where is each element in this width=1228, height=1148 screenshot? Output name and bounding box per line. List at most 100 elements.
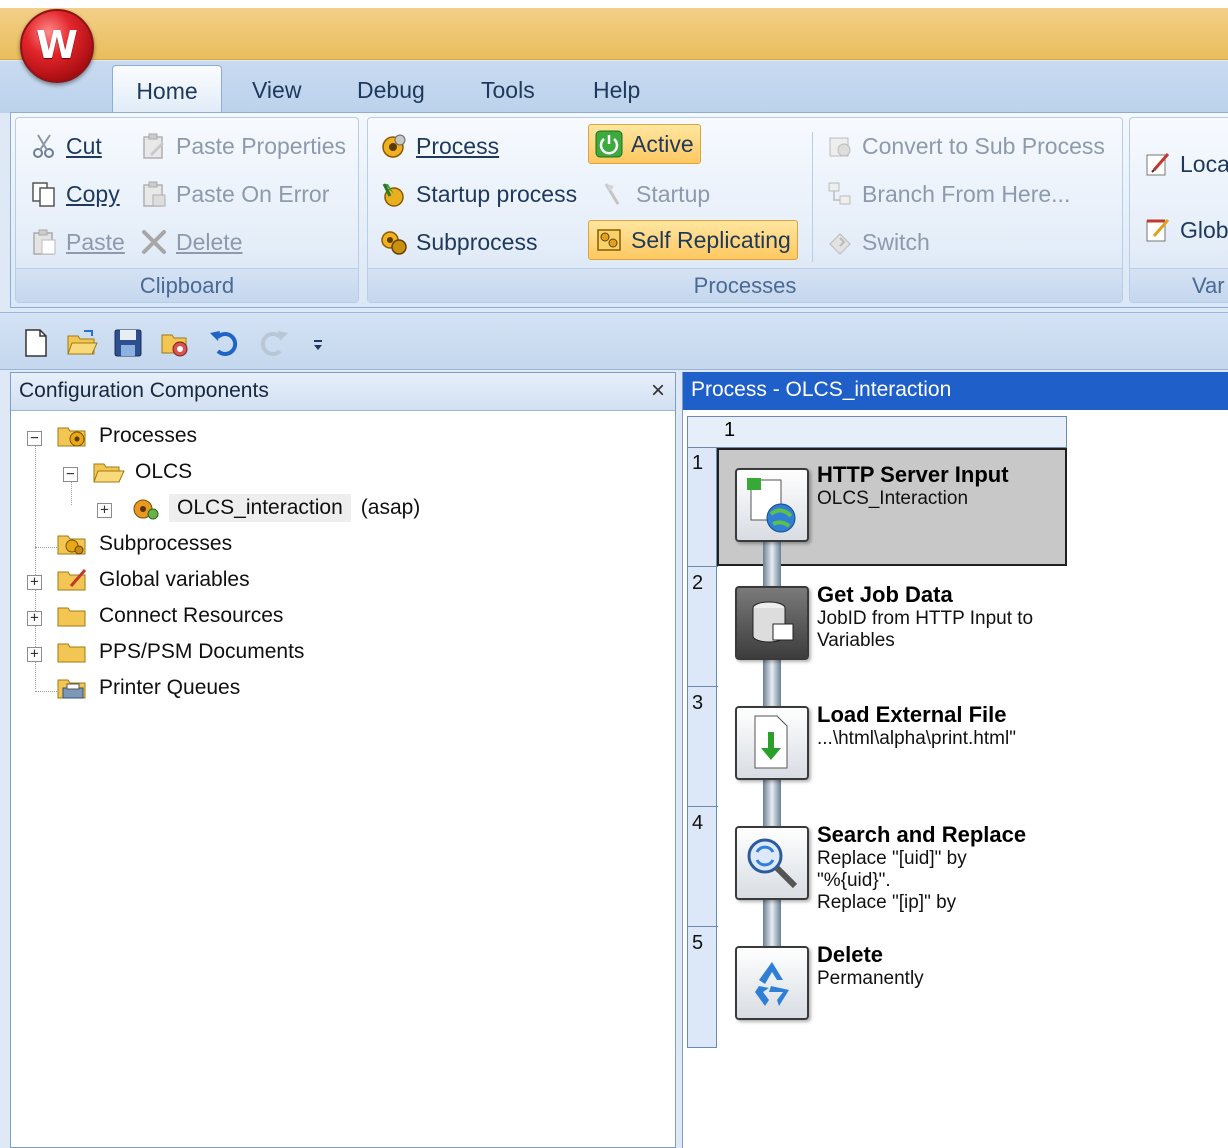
load-file-icon[interactable] — [735, 706, 809, 780]
configuration-components-panel: Configuration Components × − Processes − — [10, 372, 676, 1148]
subprocess-label: Subprocess — [416, 228, 538, 255]
step-description: ...\html\alpha\print.html" — [817, 728, 1016, 749]
tree-item-label: Printer Queues — [99, 676, 241, 699]
tree-item-global-variables[interactable]: Global variables — [57, 563, 250, 597]
step-title[interactable]: Search and Replace — [817, 822, 1026, 848]
step-title[interactable]: Delete — [817, 942, 883, 968]
search-replace-icon[interactable] — [735, 826, 809, 900]
close-icon[interactable]: × — [651, 377, 665, 405]
printer-queue-icon — [57, 676, 89, 700]
self-replicating-label: Self Replicating — [631, 226, 791, 253]
branch-icon — [826, 180, 854, 208]
processes-separator — [812, 132, 813, 262]
row-number-column: 1 2 3 4 5 — [687, 448, 718, 1048]
save-all-icon[interactable] — [160, 327, 192, 359]
cut-button[interactable]: Cut — [30, 126, 102, 166]
startup-process-label: Startup process — [416, 180, 578, 207]
folder-open-icon — [93, 460, 125, 484]
self-replicating-toggle[interactable]: Self Replicating — [588, 220, 798, 260]
tree-item-subprocesses[interactable]: Subprocesses — [57, 527, 232, 561]
redo-icon[interactable] — [258, 327, 290, 359]
step-title[interactable]: Load External File — [817, 702, 1007, 728]
paste-on-error-button[interactable]: Paste On Error — [140, 174, 329, 214]
new-file-icon[interactable] — [20, 327, 52, 359]
http-server-input-icon[interactable] — [735, 468, 809, 542]
switch-icon — [826, 228, 854, 256]
tree-item-label: Global variables — [99, 568, 250, 591]
logo-letter: W — [36, 23, 78, 67]
switch-label: Switch — [862, 228, 930, 255]
paste-on-error-icon — [140, 180, 168, 208]
app-menu-button[interactable]: W — [20, 9, 94, 83]
active-label: Active — [631, 130, 694, 157]
flow-column-header: 1 — [687, 416, 1067, 448]
local-variables-button[interactable]: Loca — [1144, 144, 1228, 184]
expand-toggle[interactable]: + — [27, 611, 42, 626]
paste-properties-button[interactable]: Paste Properties — [140, 126, 346, 166]
ribbon-panel: Cut Copy Paste Paste Properties Paste On… — [10, 112, 1228, 308]
save-icon[interactable] — [112, 327, 144, 359]
startup-process-button[interactable]: Startup process — [380, 174, 577, 214]
subprocess-button[interactable]: Subprocess — [380, 222, 537, 262]
row-number: 4 — [692, 812, 704, 834]
tree-item-pps-psm-documents[interactable]: PPS/PSM Documents — [57, 635, 304, 669]
tree-item-label: OLCS — [135, 460, 193, 483]
copy-label: Copy — [66, 180, 120, 207]
database-icon[interactable] — [735, 586, 809, 660]
paste-on-error-label: Paste On Error — [176, 180, 330, 207]
startup-flag-icon — [600, 180, 628, 208]
step-description: JobID from HTTP Input to — [817, 608, 1034, 629]
delete-button[interactable]: Delete — [140, 222, 242, 262]
convert-to-sub-process-button[interactable]: Convert to Sub Process — [826, 126, 1105, 166]
tree-item-processes[interactable]: Processes — [57, 419, 197, 453]
delete-label: Delete — [176, 228, 243, 255]
tree-item-label: PPS/PSM Documents — [99, 640, 305, 663]
startup-process-icon — [380, 180, 408, 208]
row-separator — [688, 686, 718, 687]
step-description: Variables — [817, 630, 895, 651]
tab-help[interactable]: Help — [593, 75, 640, 113]
global-variables-label: Glob — [1180, 216, 1228, 243]
process-gear-icon — [131, 496, 159, 520]
folder-icon — [57, 604, 89, 628]
undo-icon[interactable] — [208, 327, 240, 359]
startup-button[interactable]: Startup — [600, 174, 710, 214]
active-toggle[interactable]: Active — [588, 124, 701, 164]
ribbon-tab-bar: Home View Debug Tools Help — [0, 61, 1228, 115]
row-number: 5 — [692, 932, 704, 954]
startup-label: Startup — [636, 180, 711, 207]
tab-debug[interactable]: Debug — [357, 75, 425, 113]
paste-button[interactable]: Paste — [30, 222, 125, 262]
tab-home[interactable]: Home — [112, 65, 222, 115]
step-title[interactable]: Get Job Data — [817, 582, 953, 608]
branch-from-here-button[interactable]: Branch From Here... — [826, 174, 1070, 214]
tree-item-label: Connect Resources — [99, 604, 284, 627]
recycle-icon[interactable] — [735, 946, 809, 1020]
process-label: Process — [416, 132, 500, 159]
tree-item-printer-queues[interactable]: Printer Queues — [57, 671, 240, 705]
collapse-toggle[interactable]: − — [27, 431, 42, 446]
global-variables-button[interactable]: Glob — [1144, 210, 1228, 250]
collapse-toggle[interactable]: − — [63, 467, 78, 482]
tab-tools[interactable]: Tools — [481, 75, 535, 113]
open-folder-icon[interactable] — [66, 327, 98, 359]
tab-view[interactable]: View — [252, 75, 301, 113]
customize-toolbar-icon[interactable] — [308, 327, 328, 359]
tree-item-olcs[interactable]: OLCS — [93, 455, 192, 489]
expand-toggle[interactable]: + — [97, 503, 112, 518]
copy-button[interactable]: Copy — [30, 174, 120, 214]
process-button[interactable]: Process — [380, 126, 499, 166]
expand-toggle[interactable]: + — [27, 647, 42, 662]
tree-item-label: Subprocesses — [99, 532, 233, 555]
tree-item-olcs-interaction[interactable]: OLCS_interaction (asap) — [131, 491, 420, 525]
step-title[interactable]: HTTP Server Input — [817, 462, 1009, 488]
cut-label: Cut — [66, 132, 102, 159]
expand-toggle[interactable]: + — [27, 575, 42, 590]
self-replicating-icon — [595, 226, 623, 254]
step-description: "%{uid}". — [817, 870, 891, 891]
switch-button[interactable]: Switch — [826, 222, 930, 262]
panel-title: Configuration Components — [19, 379, 269, 402]
branch-from-here-label: Branch From Here... — [862, 180, 1071, 207]
application-window: W Home View Debug Tools Help Cut Copy Pa… — [0, 0, 1228, 1148]
tree-item-connect-resources[interactable]: Connect Resources — [57, 599, 283, 633]
